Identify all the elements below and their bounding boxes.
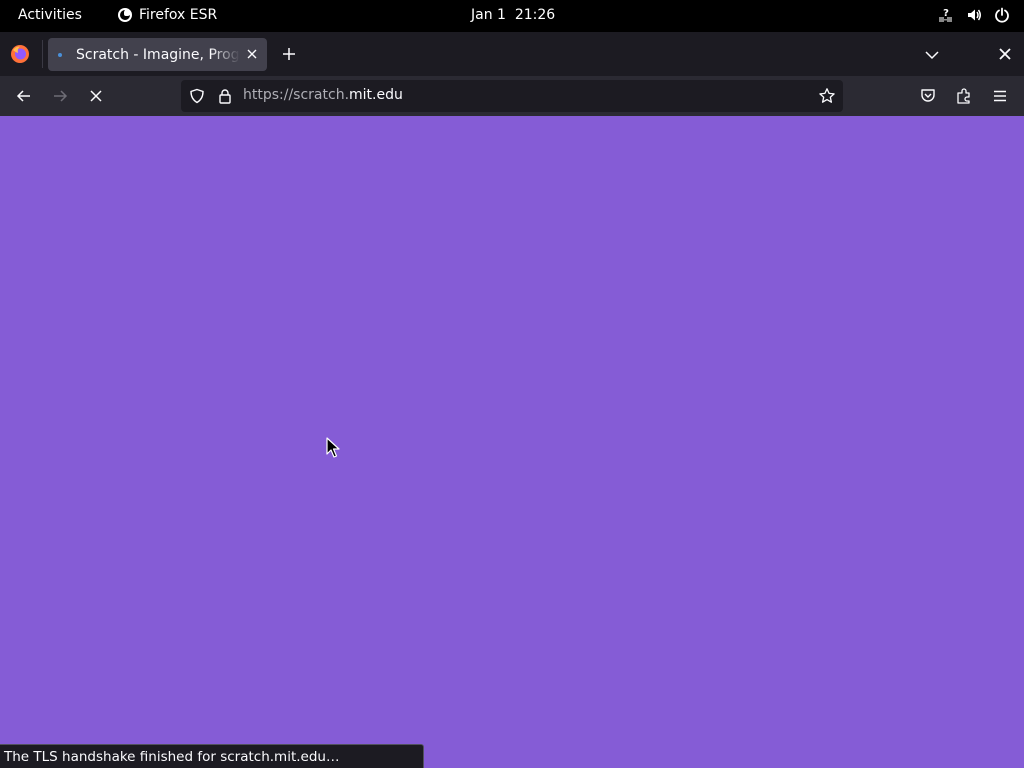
extensions-icon[interactable] (955, 87, 973, 105)
navigation-toolbar: https://scratch.mit.edu (0, 76, 1024, 116)
url-text[interactable]: https://scratch.mit.edu (243, 87, 403, 103)
page-content[interactable]: The TLS handshake finished for scratch.m… (0, 116, 1024, 768)
forward-icon[interactable] (51, 87, 69, 105)
tab-scratch[interactable]: Scratch - Imagine, Program, Share (48, 38, 267, 71)
url-prefix: https://scratch. (243, 87, 350, 103)
status-area[interactable]: ? (938, 7, 1010, 23)
app-name: Firefox ESR (139, 7, 218, 23)
firefox-view-icon[interactable] (10, 44, 30, 64)
network-unknown-icon: ? (939, 8, 952, 22)
back-icon[interactable] (15, 87, 33, 105)
tab-separator (42, 40, 43, 68)
clock-date: Jan 1 (471, 7, 506, 23)
close-window-icon[interactable] (998, 47, 1012, 61)
status-panel: The TLS handshake finished for scratch.m… (0, 744, 424, 768)
tab-strip: Scratch - Imagine, Program, Share (0, 32, 1024, 76)
activities-button[interactable]: Activities (18, 7, 82, 23)
tracking-protection-shield-icon[interactable] (189, 88, 205, 104)
app-menu[interactable]: Firefox ESR (117, 7, 217, 23)
firefox-mono-icon (118, 8, 132, 22)
system-top-bar: Activities Firefox ESR Jan 1 21:26 ? (0, 0, 1024, 32)
pocket-icon[interactable] (919, 87, 937, 105)
bookmark-star-icon[interactable] (818, 87, 836, 105)
url-bar[interactable]: https://scratch.mit.edu (181, 80, 843, 112)
close-tab-icon[interactable] (245, 47, 259, 61)
power-icon (995, 7, 1009, 23)
list-all-tabs-icon[interactable] (924, 47, 940, 63)
clock[interactable]: Jan 1 21:26 (471, 7, 555, 23)
new-tab-icon[interactable] (281, 46, 297, 62)
tab-title: Scratch - Imagine, Program, Share (76, 46, 240, 63)
url-domain: mit.edu (349, 87, 403, 103)
lock-icon[interactable] (217, 88, 233, 104)
menu-hamburger-icon[interactable] (991, 87, 1009, 105)
mouse-pointer-icon (326, 437, 340, 458)
stop-loading-icon[interactable] (87, 87, 105, 105)
svg-text:?: ? (943, 8, 949, 19)
clock-time: 21:26 (514, 7, 556, 23)
volume-icon (968, 9, 981, 21)
tab-loading-icon (58, 52, 62, 57)
